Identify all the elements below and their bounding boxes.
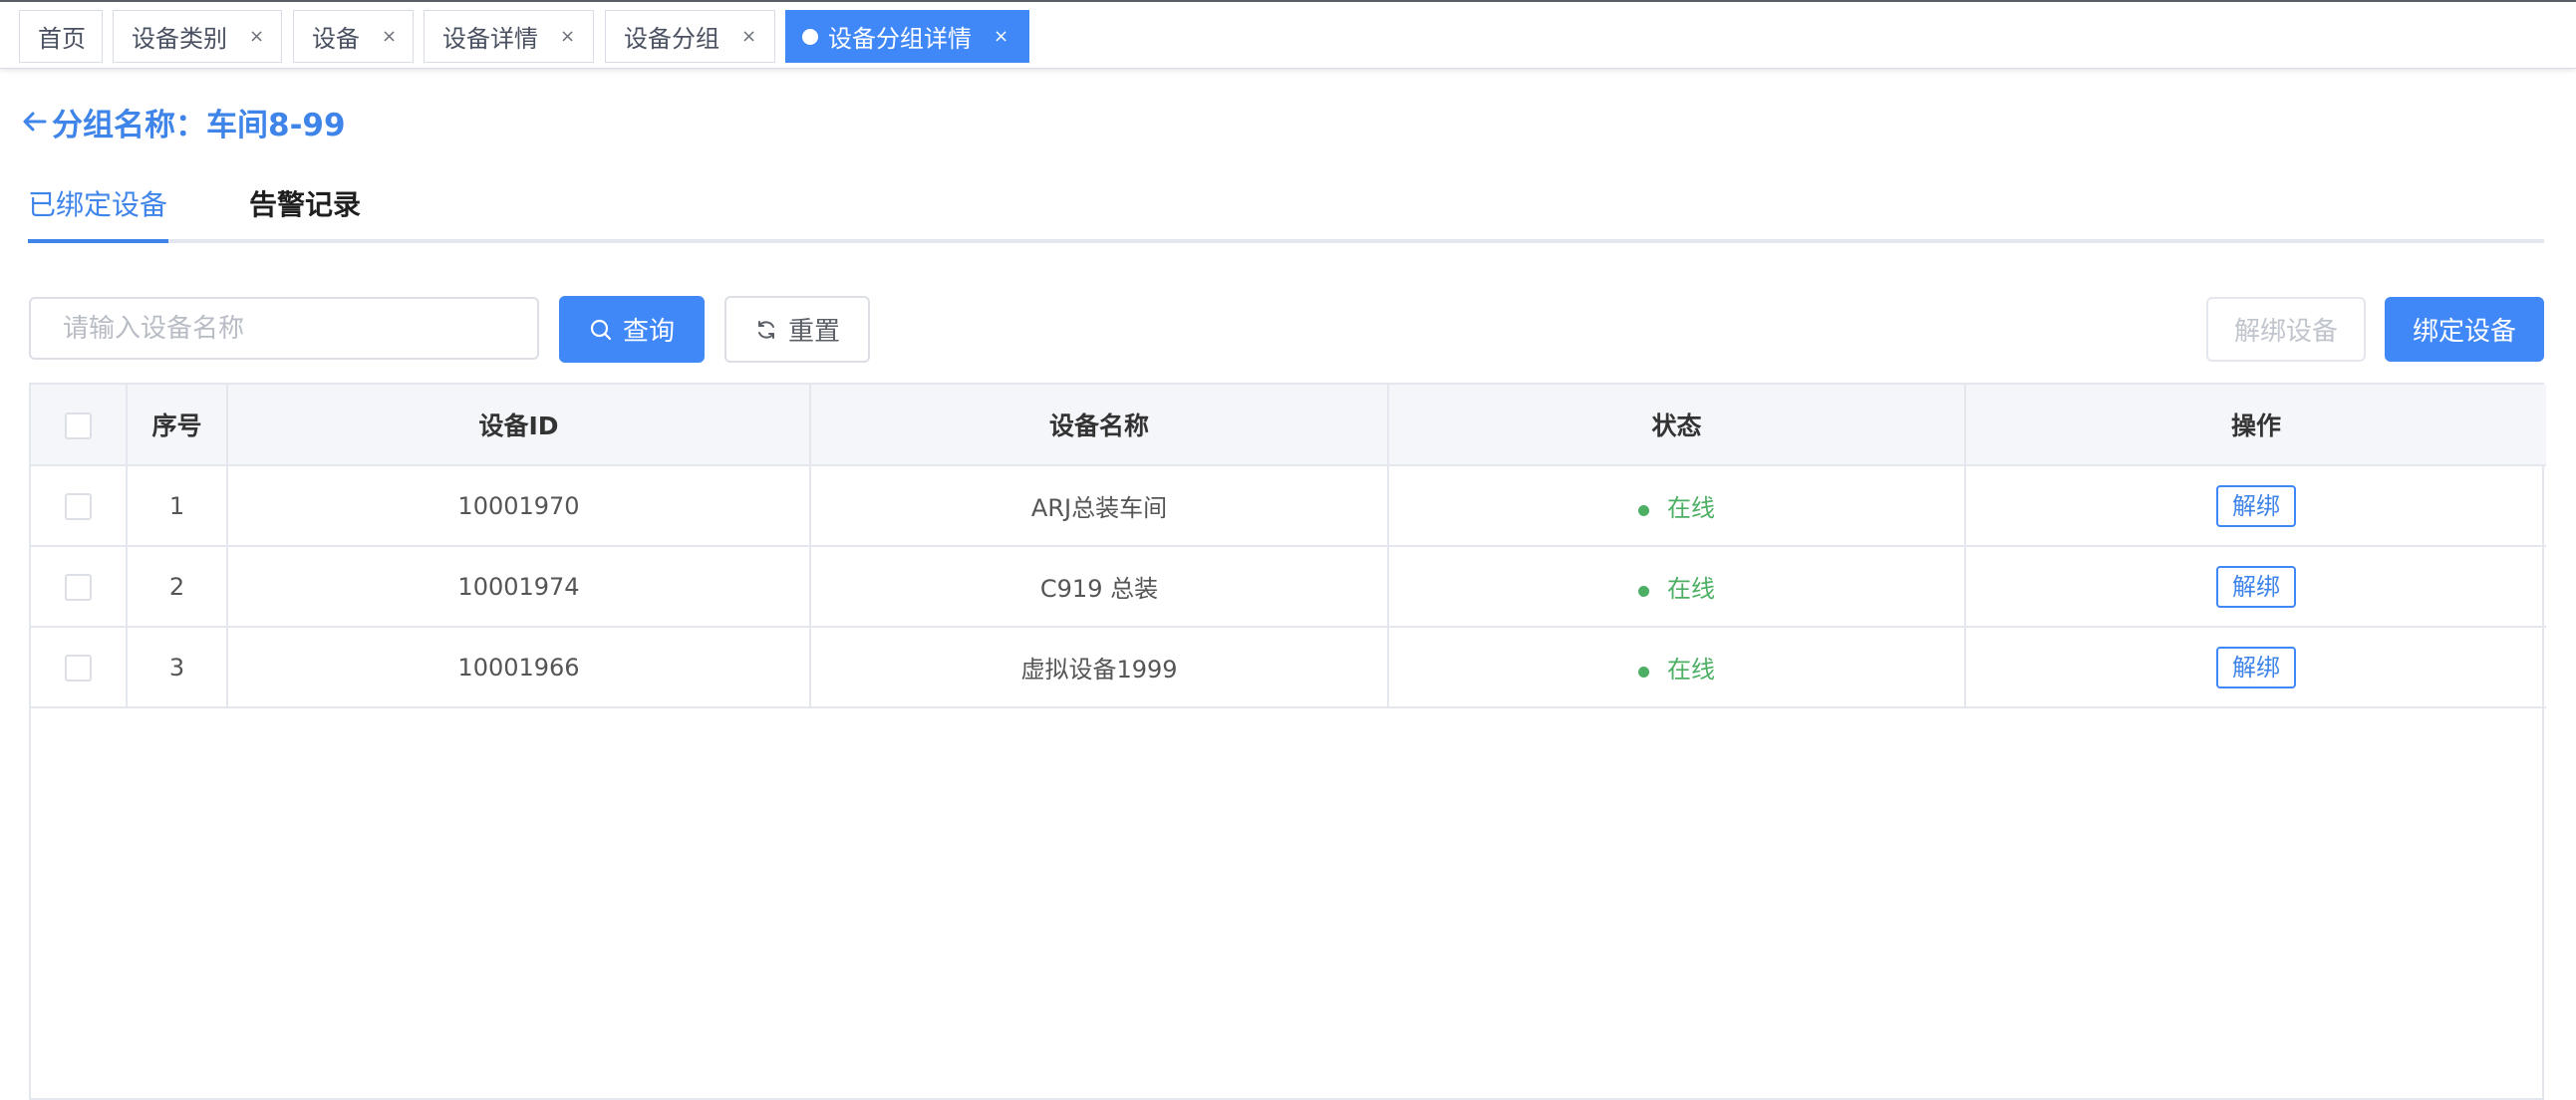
- row-index: 2: [127, 546, 228, 628]
- reset-button-label: 重置: [787, 317, 840, 347]
- row-status-cell: 在线: [1388, 546, 1966, 628]
- row-device-name: ARJ总装车间: [810, 465, 1389, 547]
- tab-label: 告警记录: [249, 188, 362, 221]
- active-dot-icon: [802, 28, 818, 45]
- row-actions-cell: 解绑: [1965, 627, 2546, 708]
- tag-device-group-detail[interactable]: 设备分组详情 ×: [785, 10, 1029, 63]
- row-status-cell: 在线: [1388, 627, 1966, 708]
- search-icon: [590, 319, 612, 340]
- unbind-button[interactable]: 解绑: [2216, 484, 2296, 527]
- online-dot-icon: [1638, 666, 1649, 678]
- column-header-actions[interactable]: 操作: [1965, 385, 2546, 466]
- tag-label: 首页: [38, 25, 86, 53]
- row-checkbox[interactable]: [65, 492, 92, 520]
- close-icon[interactable]: ×: [994, 26, 1008, 47]
- tag-home[interactable]: 首页: [19, 10, 103, 63]
- table-header-row: 序号 设备ID 设备名称 状态 操作: [31, 385, 2546, 466]
- reset-button[interactable]: 重置: [724, 296, 870, 363]
- column-header-status[interactable]: 状态: [1388, 385, 1966, 466]
- row-actions-cell: 解绑: [1965, 465, 2546, 547]
- row-actions-cell: 解绑: [1965, 546, 2546, 628]
- tag-label: 设备类别: [132, 25, 227, 53]
- close-icon[interactable]: ×: [382, 26, 397, 47]
- row-device-name: 虚拟设备1999: [810, 627, 1389, 708]
- online-dot-icon: [1638, 585, 1649, 597]
- group-name-title: 分组名称：车间8-99: [52, 107, 346, 143]
- unbind-devices-button-label: 解绑设备: [2233, 317, 2338, 347]
- unbind-devices-button[interactable]: 解绑设备: [2206, 297, 2366, 362]
- tab-active-indicator: [28, 239, 168, 243]
- row-select-cell: [31, 546, 128, 628]
- column-header-index[interactable]: 序号: [127, 385, 228, 466]
- tag-label: 设备分组: [624, 25, 719, 53]
- arrow-left-icon[interactable]: [20, 107, 50, 137]
- online-dot-icon: [1638, 504, 1649, 516]
- page-title: 分组名称：车间8-99: [20, 100, 346, 143]
- row-checkbox[interactable]: [65, 654, 92, 682]
- row-status-cell: 在线: [1388, 465, 1966, 547]
- row-select-cell: [31, 627, 128, 708]
- tag-label: 设备分组详情: [828, 25, 972, 53]
- unbind-button[interactable]: 解绑: [2216, 565, 2296, 608]
- row-device-id: 10001970: [227, 465, 811, 547]
- table-row: 3 10001966 虚拟设备1999 在线 解绑: [31, 627, 2546, 708]
- row-device-name: C919 总装: [810, 546, 1389, 628]
- tag-label: 设备: [312, 25, 360, 53]
- tag-label: 设备详情: [442, 25, 538, 53]
- row-device-id: 10001966: [227, 627, 811, 708]
- column-header-device-id[interactable]: 设备ID: [227, 385, 811, 466]
- tag-device[interactable]: 设备 ×: [293, 10, 414, 63]
- tag-device-detail[interactable]: 设备详情 ×: [424, 10, 594, 63]
- bind-device-button-label: 绑定设备: [2412, 317, 2516, 347]
- close-icon[interactable]: ×: [560, 26, 575, 47]
- row-index: 3: [127, 627, 228, 708]
- tab-bound-devices[interactable]: 已绑定设备: [28, 183, 167, 223]
- row-checkbox[interactable]: [65, 573, 92, 601]
- query-button[interactable]: 查询: [559, 296, 705, 363]
- row-index: 1: [127, 465, 228, 547]
- tab-alarm-records[interactable]: 告警记录: [249, 183, 361, 223]
- unbind-button[interactable]: 解绑: [2216, 646, 2296, 688]
- bind-device-button[interactable]: 绑定设备: [2385, 297, 2544, 362]
- close-icon[interactable]: ×: [249, 26, 264, 47]
- query-button-label: 查询: [622, 317, 675, 347]
- table-row: 2 10001974 C919 总装 在线 解绑: [31, 546, 2546, 628]
- tag-device-category[interactable]: 设备类别 ×: [113, 10, 282, 63]
- table-row: 1 10001970 ARJ总装车间 在线 解绑: [31, 465, 2546, 547]
- select-all-checkbox[interactable]: [65, 412, 92, 439]
- row-status: 在线: [1667, 656, 1715, 684]
- row-select-cell: [31, 465, 128, 547]
- tab-label: 已绑定设备: [28, 188, 168, 221]
- tab-bar: 已绑定设备 告警记录: [28, 169, 2544, 243]
- row-status: 在线: [1667, 494, 1715, 522]
- close-icon[interactable]: ×: [741, 26, 756, 47]
- row-status: 在线: [1667, 575, 1715, 603]
- device-name-search-input[interactable]: [29, 297, 539, 360]
- select-all-cell: [31, 385, 128, 466]
- tags-view-bar: 首页 设备类别 × 设备 × 设备详情 × 设备分组 × 设备分组详情 ×: [0, 0, 2576, 69]
- column-header-device-name[interactable]: 设备名称: [810, 385, 1389, 466]
- tag-device-group[interactable]: 设备分组 ×: [605, 10, 775, 63]
- row-device-id: 10001974: [227, 546, 811, 628]
- device-table: 序号 设备ID 设备名称 状态 操作 1 10001970 ARJ总装车间 在线…: [29, 383, 2546, 1100]
- refresh-icon: [757, 320, 774, 339]
